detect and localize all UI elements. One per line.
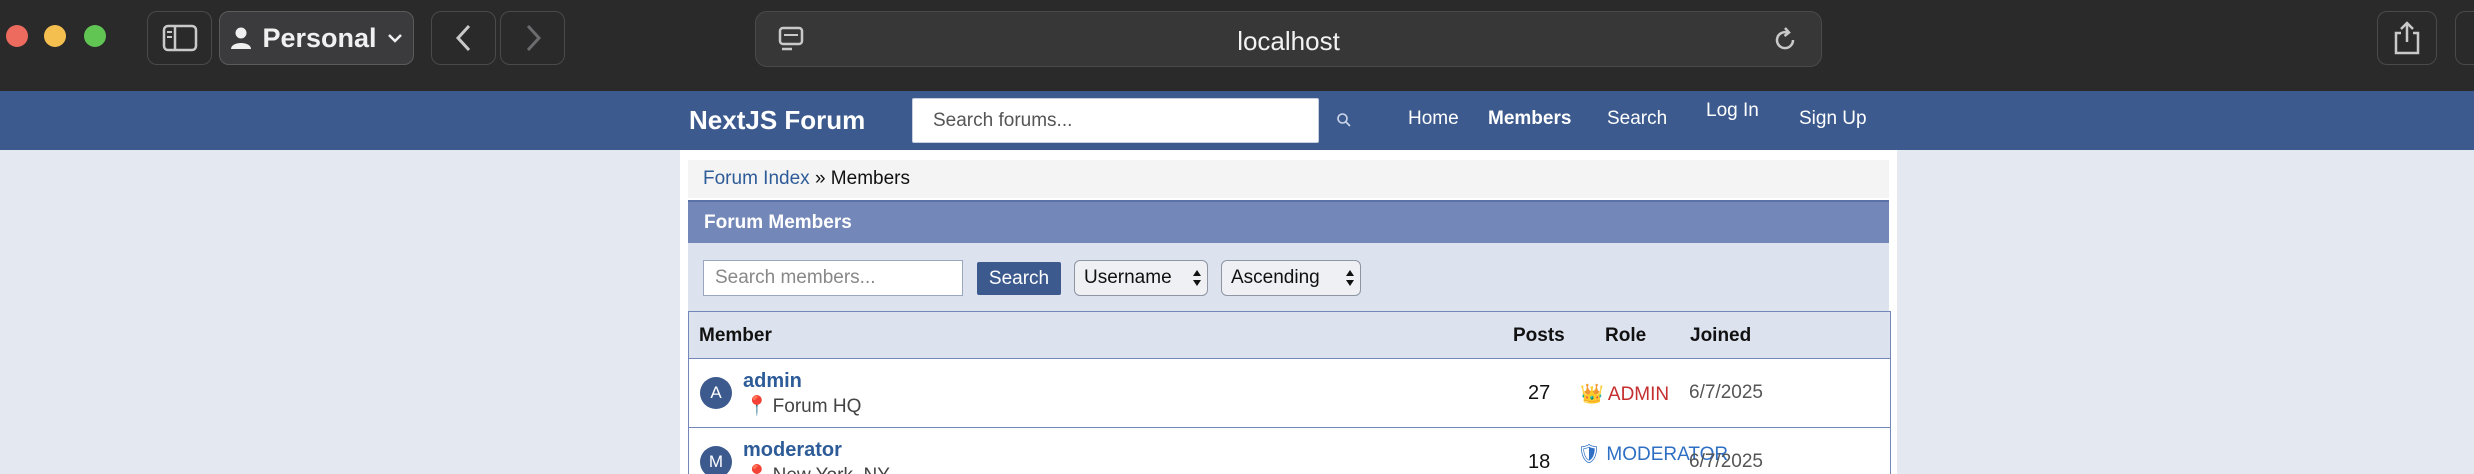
avatar[interactable]: M [700,446,732,474]
member-location: 📍 Forum HQ [745,394,861,418]
url-text: localhost [1237,26,1340,56]
table-row: M moderator 📍New York, NY 18 🛡 MODERATOR… [689,428,1890,474]
avatar[interactable]: A [700,377,732,409]
member-location: 📍 New York, NY [745,463,890,474]
breadcrumb-forum-index-link[interactable]: Forum Index [703,168,810,189]
profile-button[interactable]: Personal [219,11,414,65]
member-joined-date: 6/7/2025 [1689,451,1763,472]
section-title: Forum Members [688,200,1889,243]
forum-search-input[interactable] [912,98,1319,143]
breadcrumb: Forum Index » Members [688,160,1889,198]
zoom-window-button[interactable] [84,25,106,47]
share-button[interactable] [2377,11,2437,65]
sort-field-value: Username [1084,267,1172,288]
minimize-window-button[interactable] [44,25,66,47]
column-header-joined[interactable]: Joined [1690,325,1751,347]
column-header-posts[interactable]: Posts [1513,325,1565,347]
member-location-text: New York, NY [773,465,890,474]
member-username-link[interactable]: moderator [743,439,842,462]
column-header-role[interactable]: Role [1605,325,1646,347]
nav-home-link[interactable]: Home [1408,108,1459,130]
close-window-button[interactable] [6,25,28,47]
chevron-down-icon [387,34,402,43]
sidebar-icon [162,24,197,52]
member-role: 👑 ADMIN [1580,382,1669,406]
location-pin-icon: 📍 [745,465,769,474]
breadcrumb-separator: » [814,168,826,189]
search-icon[interactable] [1336,112,1352,128]
browser-toolbar: Personal localhost [0,0,2474,91]
forum-brand[interactable]: NextJS Forum [689,105,865,136]
table-header: Member Posts Role Joined [689,312,1890,359]
crown-icon: 👑 [1580,384,1604,405]
member-search-input[interactable] [703,260,963,296]
reload-icon[interactable] [1771,26,1799,54]
nav-members-link[interactable]: Members [1488,108,1571,130]
breadcrumb-current: Members [830,168,910,189]
new-tab-button[interactable] [2455,11,2474,65]
members-table: Member Posts Role Joined A admin 📍 Forum … [688,311,1891,474]
chevron-right-icon [526,24,541,52]
shield-icon: 🛡 [1577,444,1602,465]
nav-signup-link[interactable]: Sign Up [1799,108,1867,130]
sort-order-select[interactable]: Ascending [1221,260,1361,296]
location-pin-icon: 📍 [745,396,769,417]
member-location-text: Forum HQ [772,396,862,417]
profile-label: Personal [262,22,377,53]
sort-field-select[interactable]: Username [1074,260,1208,296]
member-username-link[interactable]: admin [743,370,802,393]
forum-navbar: NextJS Forum Home Members Search Log In … [0,91,2474,150]
member-joined-date: 6/7/2025 [1689,382,1763,403]
forward-button[interactable] [500,11,565,65]
address-bar[interactable]: localhost [755,11,1822,67]
member-post-count: 18 [1528,451,1551,473]
member-search-button[interactable]: Search [977,262,1061,295]
back-button[interactable] [431,11,496,65]
nav-search-link[interactable]: Search [1607,108,1667,130]
select-arrows-icon [1193,270,1201,286]
member-post-count: 27 [1528,382,1551,404]
nav-login-link[interactable]: Log In [1706,100,1759,122]
member-role-text: ADMIN [1607,384,1670,405]
member-filter-toolbar: Search Username Ascending [688,243,1889,311]
select-arrows-icon [1346,270,1354,286]
members-page: Forum Index » Members Forum Members Sear… [680,150,1897,474]
table-row: A admin 📍 Forum HQ 27 👑 ADMIN 6/7/2025 [689,359,1890,428]
sidebar-toggle-button[interactable] [147,11,212,65]
share-icon [2394,21,2420,55]
person-icon [231,27,252,49]
column-header-member[interactable]: Member [699,325,772,347]
sort-order-value: Ascending [1231,267,1320,288]
chevron-left-icon [455,24,470,52]
